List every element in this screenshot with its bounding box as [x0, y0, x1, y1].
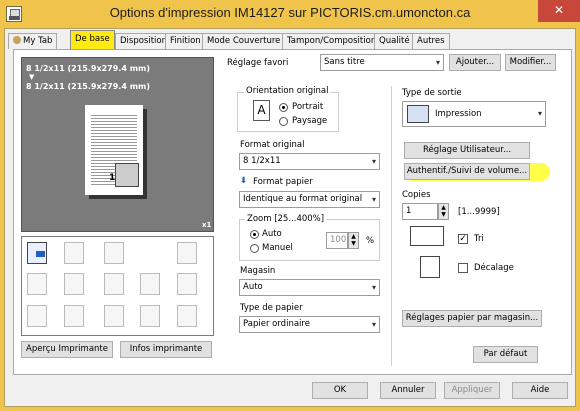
- tray-select[interactable]: Auto ▾: [239, 279, 380, 296]
- zoom-manual-radio[interactable]: [250, 244, 259, 253]
- page-number: 1: [109, 173, 116, 183]
- title-bar: Options d'impression IM14127 sur PICTORI…: [0, 0, 580, 28]
- tray-label: Magasin: [240, 266, 276, 276]
- zoom-unit: %: [366, 236, 375, 246]
- tab-strip: My Tab De base Disposition Finition Mode…: [6, 30, 576, 49]
- output-type-label: Type de sortie: [402, 88, 462, 98]
- copies-input[interactable]: 1: [402, 203, 438, 220]
- arrow-down-icon: ⬇: [240, 176, 248, 186]
- printer-view-button[interactable]: Aperçu Imprimante: [21, 341, 113, 358]
- paper-preview: 1: [85, 105, 143, 195]
- chevron-down-icon: ▾: [435, 58, 440, 67]
- image-block-graphic: [115, 163, 139, 187]
- paper-icon[interactable]: [27, 305, 47, 327]
- fold-icon[interactable]: [177, 273, 197, 295]
- paper-type-value: Papier ordinaire: [243, 319, 310, 329]
- booklet-icon[interactable]: [104, 242, 124, 264]
- landscape-label: Paysage: [292, 116, 328, 126]
- collate-icon: [410, 226, 444, 246]
- default-button[interactable]: Par défaut: [473, 346, 538, 363]
- zoom-spinner[interactable]: ▲ ▼: [348, 232, 359, 249]
- tab-disposition[interactable]: Disposition: [115, 33, 173, 49]
- chevron-down-icon: ▾: [371, 283, 376, 292]
- user-icon: [13, 36, 21, 44]
- ok-button[interactable]: OK: [312, 382, 368, 399]
- copies-badge: x1: [202, 221, 212, 229]
- favorite-select[interactable]: Sans titre ▾: [320, 54, 444, 71]
- tab-de-base[interactable]: De base: [70, 30, 115, 49]
- copies-range: [1...9999]: [458, 207, 500, 217]
- settings-icon[interactable]: [140, 305, 160, 327]
- orientation-label: Orientation original: [244, 86, 331, 96]
- zoom-input[interactable]: 100: [326, 232, 348, 249]
- zoom-label: Zoom [25...400%]: [245, 214, 327, 224]
- favorite-value: Sans titre: [324, 57, 365, 67]
- function-icon-grid: [21, 236, 214, 336]
- cancel-button[interactable]: Annuler: [380, 382, 436, 399]
- modify-favorite-button[interactable]: Modifier...: [505, 54, 556, 71]
- chevron-down-icon: ▾: [537, 109, 542, 118]
- paper-size-text: 8 1/2x11 (215.9x279.4 mm): [26, 82, 151, 91]
- paper-size-label: Format papier: [253, 177, 313, 187]
- help-button[interactable]: Aide: [512, 382, 568, 399]
- format-select[interactable]: 8 1/2x11 ▾: [239, 153, 380, 170]
- user-icon[interactable]: [64, 305, 84, 327]
- column-divider: [391, 86, 392, 366]
- chevron-down-icon: ▾: [371, 195, 376, 204]
- offset-checkbox[interactable]: [458, 263, 468, 273]
- tab-my-tab[interactable]: My Tab: [8, 33, 58, 49]
- paper-size-value: Identique au format original: [243, 194, 363, 204]
- format-value: 8 1/2x11: [243, 156, 281, 166]
- portrait-label: Portrait: [292, 102, 324, 112]
- printer-info-button[interactable]: Infos imprimante: [120, 341, 212, 358]
- offset-label: Décalage: [474, 263, 514, 273]
- orientation-a-icon[interactable]: [104, 273, 124, 295]
- tray-value: Auto: [243, 282, 263, 292]
- user-settings-button[interactable]: Réglage Utilisateur...: [404, 142, 530, 159]
- tab-finition[interactable]: Finition: [165, 33, 206, 49]
- offset-icon: [420, 256, 440, 278]
- apply-button[interactable]: Appliquer: [444, 382, 500, 399]
- combine-icon[interactable]: [64, 242, 84, 264]
- chevron-down-icon: ▾: [371, 320, 376, 329]
- page-preview: 8 1/2x11 (215.9x279.4 mm) ▼ 8 1/2x11 (21…: [21, 57, 214, 232]
- collate-checkbox[interactable]: ✓: [458, 234, 468, 244]
- tab-label: My Tab: [23, 36, 53, 46]
- portrait-page-icon: A: [253, 100, 270, 121]
- arrow-down-icon: ▼: [29, 73, 35, 81]
- paper-type-label: Type de papier: [240, 303, 303, 313]
- paper-type-select[interactable]: Papier ordinaire ▾: [239, 316, 380, 333]
- add-favorite-button[interactable]: Ajouter...: [449, 54, 501, 71]
- favorite-label: Réglage favori: [227, 58, 289, 68]
- printer-output-icon: [407, 105, 429, 123]
- duplex-icon[interactable]: [27, 273, 47, 295]
- zoom-auto-label: Auto: [262, 229, 282, 239]
- close-button[interactable]: ✕: [538, 0, 580, 22]
- format-label: Format original: [240, 140, 305, 150]
- tray-paper-settings-button[interactable]: Réglages papier par magasin...: [402, 310, 542, 327]
- chevron-down-icon: ▾: [371, 157, 376, 166]
- staple-icon[interactable]: [177, 242, 197, 264]
- group-icon[interactable]: [104, 305, 124, 327]
- tab-autres[interactable]: Autres: [412, 33, 450, 49]
- document-icon[interactable]: [177, 305, 197, 327]
- output-icon[interactable]: [27, 242, 47, 264]
- zoom-auto-radio[interactable]: [250, 230, 259, 239]
- collate-label: Tri: [474, 234, 484, 244]
- portrait-radio[interactable]: [279, 103, 288, 112]
- copies-spinner[interactable]: ▲ ▼: [438, 203, 449, 220]
- tab-mode-couverture[interactable]: Mode Couverture: [202, 33, 286, 49]
- landscape-radio[interactable]: [279, 117, 288, 126]
- original-size-text: 8 1/2x11 (215.9x279.4 mm): [26, 64, 151, 73]
- tab-qualite[interactable]: Qualité: [374, 33, 415, 49]
- paper-size-select[interactable]: Identique au format original ▾: [239, 191, 380, 208]
- zoom-manual-label: Manuel: [262, 243, 293, 253]
- margin-icon[interactable]: [140, 273, 160, 295]
- layout-icon[interactable]: [64, 273, 84, 295]
- authentication-button[interactable]: Authentif./Suivi de volume...: [404, 163, 530, 180]
- tab-tampon-composition[interactable]: Tampon/Composition: [282, 33, 382, 49]
- copies-label: Copies: [402, 190, 431, 200]
- output-type-value: Impression: [435, 109, 482, 119]
- window-title: Options d'impression IM14127 sur PICTORI…: [109, 5, 471, 20]
